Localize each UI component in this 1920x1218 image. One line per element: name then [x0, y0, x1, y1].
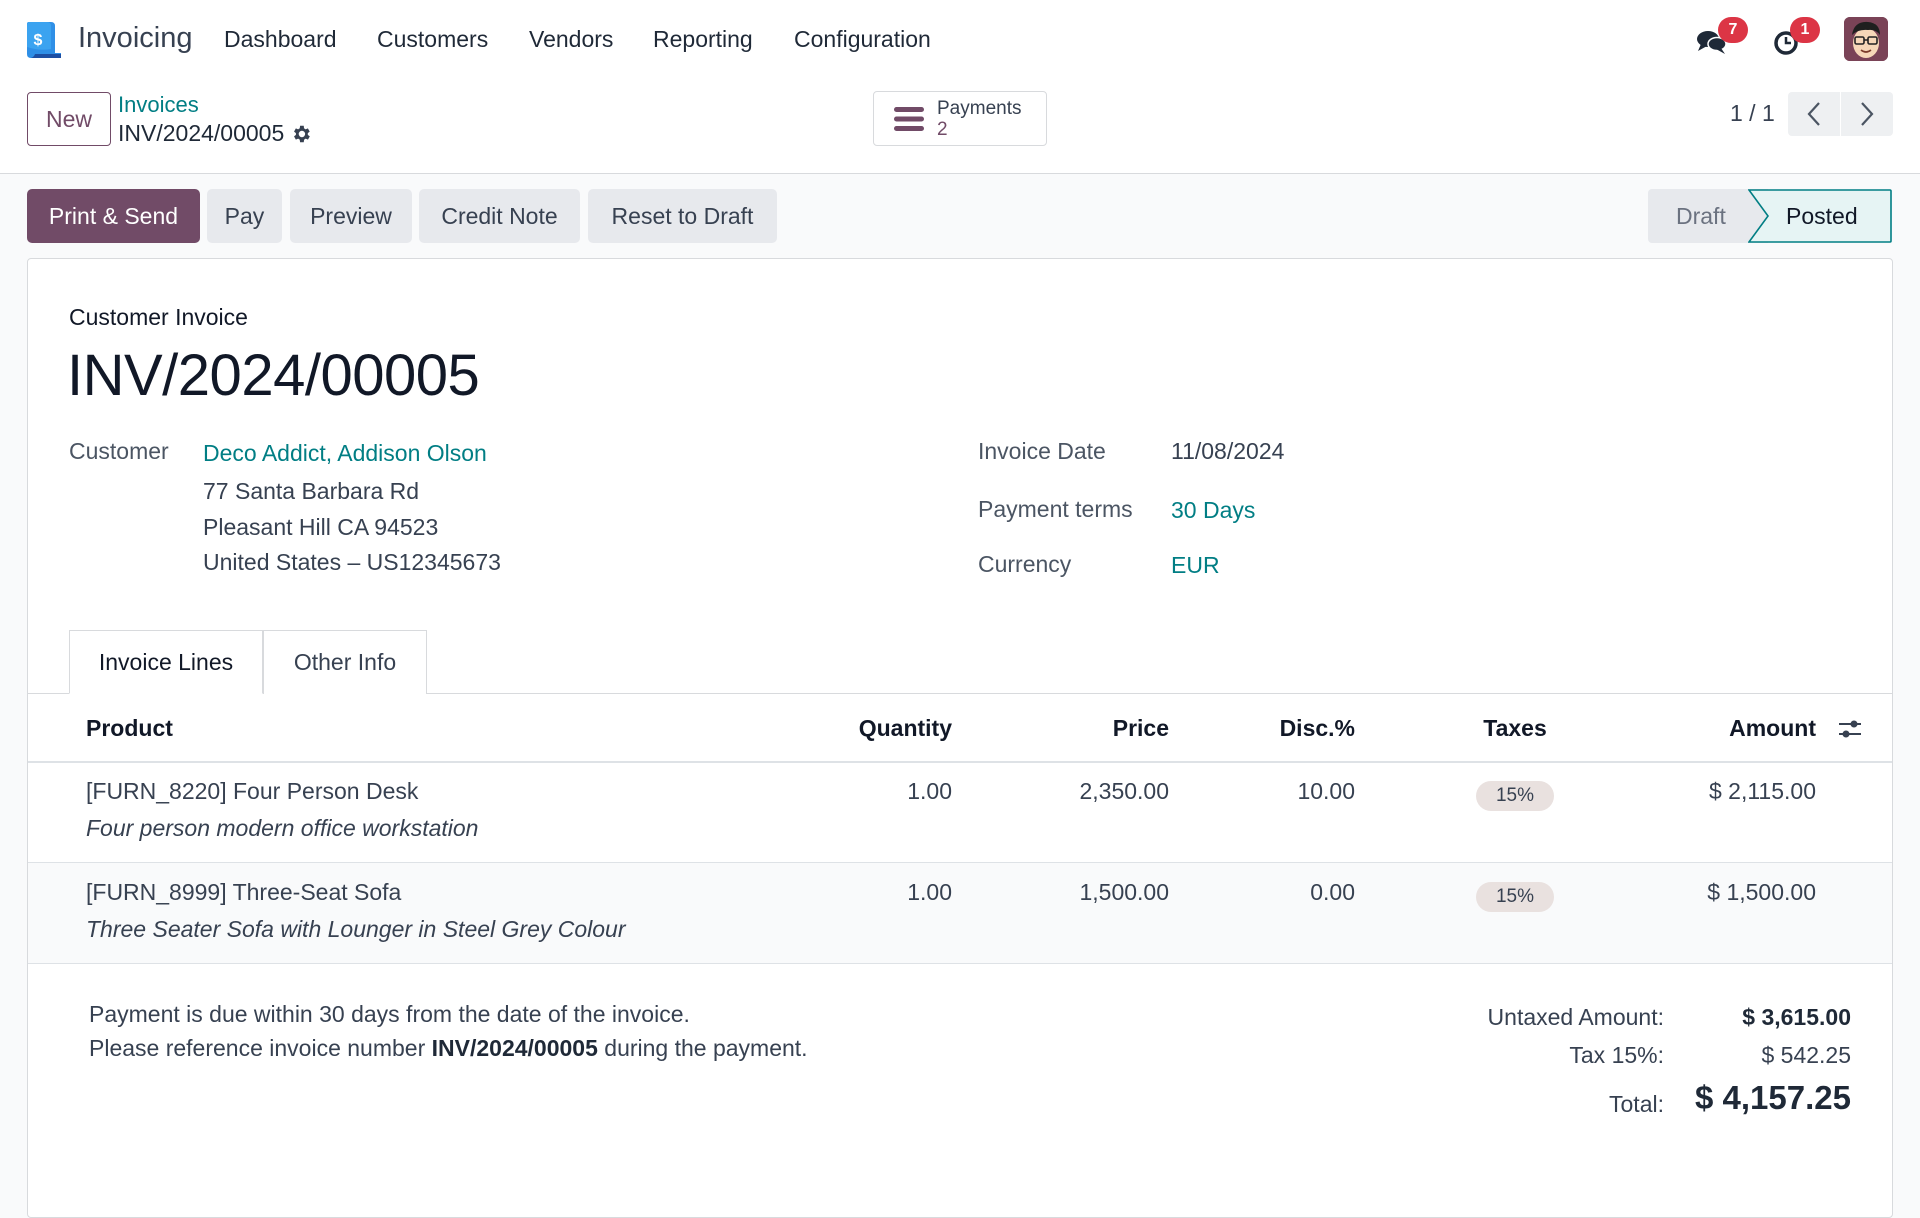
column-quantity[interactable]: Quantity — [752, 715, 952, 742]
currency-value[interactable]: EUR — [1171, 552, 1220, 579]
table-row[interactable]: [FURN_8999] Three-Seat Sofa Three Seater… — [28, 863, 1892, 964]
chevron-right-icon — [1861, 102, 1874, 126]
amount-cell: $ 2,115.00 — [1708, 778, 1816, 804]
column-taxes[interactable]: Taxes — [1455, 715, 1575, 742]
activities-badge: 1 — [1790, 17, 1820, 43]
top-navbar: $ Invoicing Dashboard Customers Vendors … — [0, 0, 1920, 80]
payments-count: 2 — [937, 119, 948, 140]
breadcrumb-current: INV/2024/00005 — [118, 120, 312, 147]
chevron-left-icon — [1807, 102, 1820, 126]
messages-badge: 7 — [1718, 17, 1748, 43]
payment-reference-suffix: during the payment. — [597, 1035, 808, 1061]
payment-terms-value[interactable]: 30 Days — [1171, 497, 1255, 524]
quantity-cell: 1.00 — [907, 879, 952, 905]
svg-text:$: $ — [34, 32, 43, 49]
table-row[interactable]: [FURN_8220] Four Person Desk Four person… — [28, 762, 1892, 863]
column-amount[interactable]: Amount — [1616, 715, 1816, 742]
quantity-cell: 1.00 — [907, 778, 952, 804]
new-button[interactable]: New — [27, 92, 111, 146]
customer-link[interactable]: Deco Addict, Addison Olson — [203, 440, 487, 467]
pager-value: 1 / 1 — [1730, 100, 1775, 126]
product-description: Four person modern office workstation — [86, 815, 479, 841]
menu-dashboard[interactable]: Dashboard — [224, 26, 337, 53]
payment-reference-number: INV/2024/00005 — [431, 1035, 598, 1061]
pager-next-button[interactable] — [1841, 92, 1893, 136]
product-description: Three Seater Sofa with Lounger in Steel … — [86, 916, 626, 942]
menu-customers[interactable]: Customers — [377, 26, 488, 53]
untaxed-amount-value: $ 3,615.00 — [1742, 1004, 1851, 1030]
tax-badge: 15% — [1476, 882, 1554, 912]
gear-icon[interactable] — [290, 123, 312, 145]
price-cell: 2,350.00 — [1079, 778, 1169, 804]
payment-terms-label: Payment terms — [978, 496, 1133, 522]
breadcrumb-current-label: INV/2024/00005 — [118, 120, 285, 146]
payments-label: Payments — [937, 98, 1022, 119]
optional-columns-toggle-icon[interactable] — [1836, 715, 1864, 743]
invoice-date-label: Invoice Date — [978, 438, 1106, 464]
tax-value: $ 542.25 — [1761, 1042, 1851, 1068]
column-product[interactable]: Product — [86, 715, 173, 742]
column-discount[interactable]: Disc.% — [1155, 715, 1355, 742]
user-avatar[interactable] — [1844, 17, 1888, 61]
tab-invoice-lines[interactable]: Invoice Lines — [69, 630, 263, 694]
breadcrumb-invoices[interactable]: Invoices — [118, 92, 199, 118]
invoicing-app-logo-icon[interactable]: $ — [25, 21, 63, 59]
pay-button[interactable]: Pay — [207, 189, 282, 243]
customer-address-line1: 77 Santa Barbara Rd — [203, 478, 420, 504]
invoice-number-title: INV/2024/00005 — [67, 343, 480, 408]
payment-terms-note: Payment is due within 30 days from the d… — [89, 1001, 690, 1027]
tab-other-info[interactable]: Other Info — [263, 630, 427, 694]
reset-to-draft-button[interactable]: Reset to Draft — [588, 189, 777, 243]
payment-reference-prefix: Please reference invoice number — [89, 1035, 432, 1061]
pager-previous-button[interactable] — [1788, 92, 1840, 136]
currency-label: Currency — [978, 551, 1072, 577]
price-cell: 1,500.00 — [1079, 879, 1169, 905]
document-type-label: Customer Invoice — [69, 304, 248, 330]
preview-button[interactable]: Preview — [290, 189, 412, 243]
customer-address-line3: United States – US12345673 — [203, 549, 501, 575]
invoice-date-value[interactable]: 11/08/2024 — [1171, 438, 1284, 465]
status-posted[interactable]: Posted — [1786, 189, 1858, 243]
credit-note-button[interactable]: Credit Note — [419, 189, 580, 243]
discount-cell: 10.00 — [1297, 778, 1355, 804]
customer-address-line2: Pleasant Hill CA 94523 — [203, 514, 439, 540]
control-panel: New Invoices INV/2024/00005 Payments 2 1… — [0, 80, 1920, 174]
user-avatar-face-icon — [1844, 17, 1888, 61]
customer-label: Customer — [69, 438, 169, 464]
app-name[interactable]: Invoicing — [78, 22, 192, 55]
payments-smart-button[interactable]: Payments 2 — [873, 91, 1047, 146]
amount-cell: $ 1,500.00 — [1707, 879, 1816, 905]
product-link[interactable]: [FURN_8999] Three-Seat Sofa — [86, 879, 401, 906]
invoice-form-sheet: Customer Invoice INV/2024/00005 Customer… — [27, 258, 1893, 1218]
tax-badge: 15% — [1476, 781, 1554, 811]
print-send-button[interactable]: Print & Send — [27, 189, 200, 243]
status-bar: Draft Posted — [1648, 189, 1892, 243]
product-link[interactable]: [FURN_8220] Four Person Desk — [86, 778, 418, 805]
discount-cell: 0.00 — [1310, 879, 1355, 905]
column-price[interactable]: Price — [969, 715, 1169, 742]
menu-configuration[interactable]: Configuration — [794, 26, 931, 53]
menu-reporting[interactable]: Reporting — [653, 26, 753, 53]
list-bars-icon — [894, 107, 924, 131]
menu-vendors[interactable]: Vendors — [529, 26, 613, 53]
payment-reference-note: Please reference invoice number INV/2024… — [89, 1035, 808, 1062]
total-value: $ 4,157.25 — [1695, 1079, 1851, 1116]
